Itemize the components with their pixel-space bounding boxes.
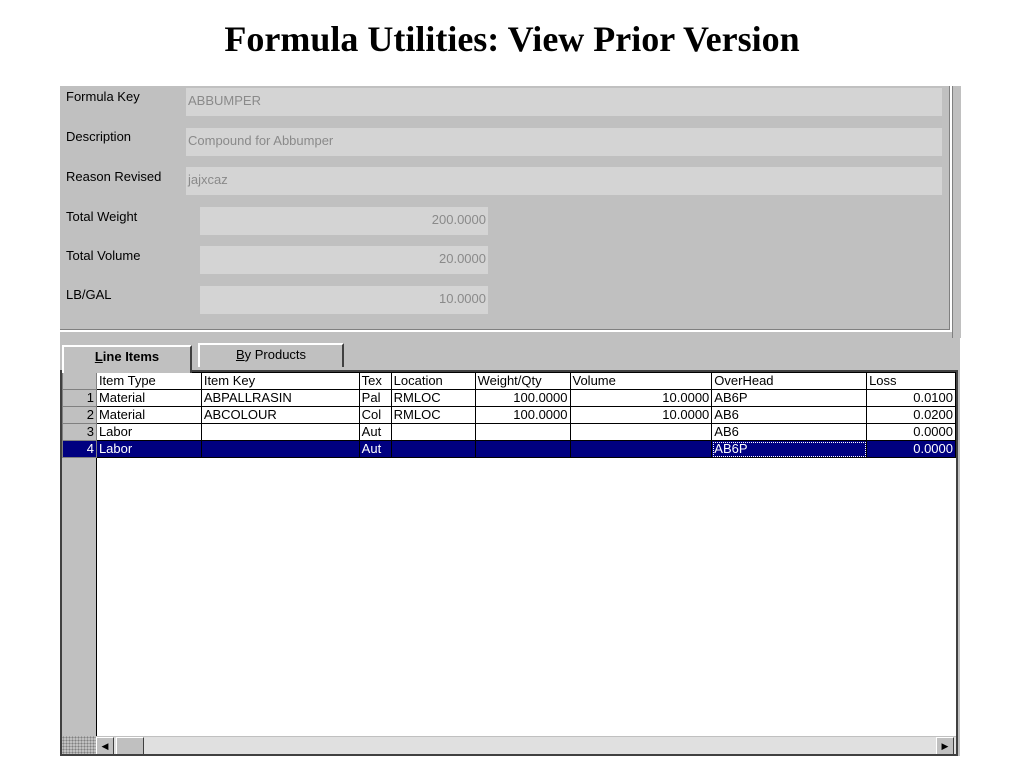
formula-key-field[interactable]: ABBUMPER (186, 88, 942, 116)
col-header-weight-qty[interactable]: Weight/Qty (474, 372, 571, 390)
line-items-table: Item Type Item Key Tex Location Weight/Q… (62, 372, 956, 458)
cell-overhead[interactable]: AB6 (711, 423, 868, 441)
cell-overhead[interactable]: AB6P (711, 389, 868, 407)
formula-header-panel: Formula Key ABBUMPER Description Compoun… (60, 86, 952, 332)
tab-line-items-label: ine Items (102, 349, 160, 364)
reason-revised-label: Reason Revised (66, 169, 162, 184)
cell-overhead[interactable]: AB6 (711, 406, 868, 424)
cell-tex[interactable]: Col (358, 406, 392, 424)
row-number[interactable]: 3 (62, 423, 97, 441)
page-title: Formula Utilities: View Prior Version (224, 19, 800, 59)
row-number[interactable]: 2 (62, 406, 97, 424)
formula-window: Formula Key ABBUMPER Description Compoun… (60, 86, 961, 756)
tab-by-products-accel: B (235, 347, 245, 362)
scroll-left-button[interactable]: ◀ (96, 737, 114, 754)
cell-tex[interactable]: Aut (358, 440, 392, 458)
line-items-grid[interactable]: Item Type Item Key Tex Location Weight/Q… (60, 370, 958, 756)
cell-location[interactable]: RMLOC (390, 389, 476, 407)
col-header-item-type[interactable]: Item Type (95, 372, 202, 390)
cell-location[interactable] (390, 440, 476, 458)
col-header-loss[interactable]: Loss (866, 372, 956, 390)
table-row[interactable]: 2 Material ABCOLOUR Col RMLOC 100.0000 1… (62, 406, 956, 424)
cell-tex[interactable]: Pal (358, 389, 392, 407)
scroll-right-arrow-icon: ▶ (941, 741, 949, 751)
lbgal-field[interactable]: 10.0000 (200, 286, 488, 314)
cell-volume[interactable] (569, 440, 713, 458)
description-field[interactable]: Compound for Abbumper (186, 128, 942, 156)
scroll-thumb[interactable] (116, 737, 144, 754)
cell-loss[interactable]: 0.0200 (866, 406, 956, 424)
cell-location[interactable] (390, 423, 476, 441)
col-header-tex[interactable]: Tex (358, 372, 392, 390)
total-volume-label: Total Volume (66, 248, 141, 263)
tab-by-products-label: y Products (244, 347, 307, 362)
grid-header-row: Item Type Item Key Tex Location Weight/Q… (62, 372, 956, 390)
panel-divider (952, 86, 961, 338)
cell-location[interactable]: RMLOC (390, 406, 476, 424)
cell-item-type[interactable]: Labor (95, 423, 202, 441)
cell-weight-qty[interactable] (474, 423, 571, 441)
tab-by-products[interactable]: By Products (198, 343, 344, 367)
total-weight-label: Total Weight (66, 209, 138, 224)
cell-item-key[interactable]: ABPALLRASIN (200, 389, 360, 407)
cell-item-key[interactable] (200, 423, 360, 441)
cell-item-type[interactable]: Material (95, 406, 202, 424)
total-volume-field[interactable]: 20.0000 (200, 246, 488, 274)
tab-line-items[interactable]: Line Items (62, 345, 192, 373)
cell-weight-qty[interactable]: 100.0000 (474, 389, 571, 407)
grid-corner (62, 736, 96, 754)
tab-line-items-accel: L (94, 349, 103, 364)
table-row[interactable]: 3 Labor Aut AB6 0.0000 (62, 423, 956, 441)
cell-overhead-focused[interactable]: AB6P (711, 440, 868, 458)
cell-weight-qty[interactable] (474, 440, 571, 458)
reason-revised-field[interactable]: jajxcaz (186, 167, 942, 195)
scroll-right-button[interactable]: ▶ (936, 737, 954, 754)
col-header-item-key[interactable]: Item Key (200, 372, 360, 390)
cell-item-key[interactable] (200, 440, 360, 458)
cell-loss[interactable]: 0.0100 (866, 389, 956, 407)
corner-header (62, 372, 97, 390)
cell-volume[interactable]: 10.0000 (569, 406, 713, 424)
cell-item-key[interactable]: ABCOLOUR (200, 406, 360, 424)
cell-loss[interactable]: 0.0000 (866, 423, 956, 441)
col-header-overhead[interactable]: OverHead (711, 372, 868, 390)
cell-volume[interactable] (569, 423, 713, 441)
cell-weight-qty[interactable]: 100.0000 (474, 406, 571, 424)
cell-volume[interactable]: 10.0000 (569, 389, 713, 407)
scroll-left-arrow-icon: ◀ (101, 741, 109, 751)
table-row[interactable]: 1 Material ABPALLRASIN Pal RMLOC 100.000… (62, 389, 956, 407)
lbgal-label: LB/GAL (66, 287, 112, 302)
description-label: Description (66, 129, 132, 144)
row-number[interactable]: 4 (62, 440, 97, 458)
col-header-location[interactable]: Location (390, 372, 476, 390)
cell-item-type[interactable]: Material (95, 389, 202, 407)
col-header-volume[interactable]: Volume (569, 372, 713, 390)
total-weight-field[interactable]: 200.0000 (200, 207, 488, 235)
formula-key-label: Formula Key (66, 89, 140, 104)
cell-item-type[interactable]: Labor (95, 440, 202, 458)
horizontal-scrollbar[interactable]: ◀ ▶ (96, 736, 956, 754)
cell-tex[interactable]: Aut (358, 423, 392, 441)
table-row-selected[interactable]: 4 Labor Aut AB6P 0.0000 (62, 440, 956, 458)
cell-loss[interactable]: 0.0000 (866, 440, 956, 458)
row-number[interactable]: 1 (62, 389, 97, 407)
